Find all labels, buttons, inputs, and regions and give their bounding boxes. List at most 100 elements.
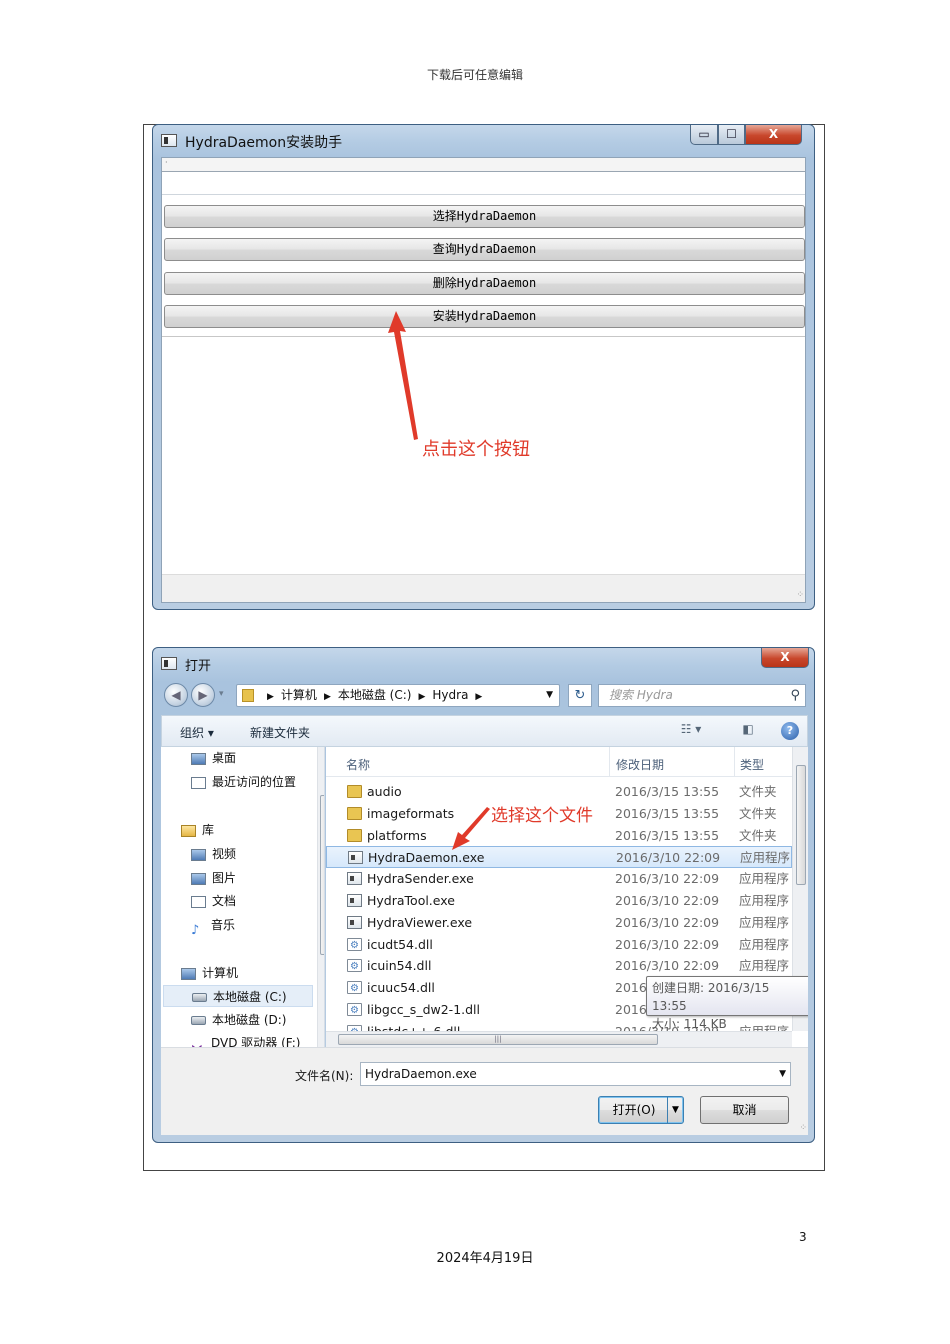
file-type: 文件夹 (739, 805, 777, 821)
nav-libraries[interactable]: 库 (181, 819, 214, 841)
open-button-label: 打开(O) (612, 1103, 656, 1117)
file-row[interactable]: audio 2016/3/15 13:55 文件夹 (326, 781, 792, 803)
breadcrumb-computer[interactable]: 计算机 (281, 688, 317, 702)
nav-label: 库 (202, 823, 215, 837)
nav-computer[interactable]: 计算机 (181, 962, 238, 984)
nav-label: 桌面 (212, 751, 237, 765)
column-type-header[interactable]: 类型 (740, 756, 764, 773)
dialog-close-button[interactable]: X (761, 648, 809, 668)
file-date: 2016/3/10 22:09 (615, 871, 720, 887)
filename-input[interactable]: HydraDaemon.exe ▼ (360, 1062, 791, 1086)
file-hscrollbar[interactable]: ||| (326, 1031, 792, 1047)
file-name: platforms (367, 827, 427, 843)
back-icon[interactable]: ◀ (164, 683, 188, 707)
computer-icon (181, 967, 196, 980)
annotation-arrow-1 (388, 311, 418, 440)
file-date: 2016/3/10 22:09 (616, 850, 721, 866)
dialog-icon (161, 657, 177, 670)
file-row[interactable]: HydraViewer.exe 2016/3/10 22:09 应用程序 (326, 912, 792, 934)
tooltip-created: 创建日期: 2016/3/15 13:55 (652, 981, 770, 1013)
nav-local-disk-c[interactable]: 本地磁盘 (C:) (163, 985, 313, 1007)
breadcrumb-local-disk-c[interactable]: 本地磁盘 (C:) (338, 688, 412, 702)
file-date: 2016/3/15 13:55 (615, 784, 720, 799)
address-bar[interactable]: ▶ 计算机 ▶ 本地磁盘 (C:) ▶ Hydra ▶ ▼ (236, 684, 560, 707)
nav-scroll-thumb[interactable] (320, 795, 324, 955)
nav-videos[interactable]: 视频 (191, 843, 236, 865)
annotation-click-button: 点击这个按钮 (422, 439, 530, 460)
file-name: audio (367, 784, 402, 799)
minimize-button[interactable]: ▭ (690, 125, 718, 145)
file-name: HydraTool.exe (367, 893, 455, 908)
file-name: icuuc54.dll (367, 980, 435, 996)
nav-pictures[interactable]: 图片 (191, 867, 236, 889)
library-icon (181, 824, 196, 837)
file-type: 应用程序 (739, 914, 790, 930)
file-date: 2016/3/10 22:09 (615, 914, 720, 930)
column-date-header[interactable]: 修改日期 (616, 756, 664, 773)
open-split-dropdown-icon[interactable]: ▼ (667, 1097, 683, 1123)
close-button[interactable]: X (745, 125, 802, 145)
exe-icon (347, 872, 362, 886)
history-dropdown-icon[interactable]: ▾ (219, 689, 224, 699)
file-name: icuin54.dll (367, 958, 432, 974)
footer-date: 2024年4月19日 (436, 1251, 534, 1266)
organize-menu[interactable]: 组织 ▾ (180, 724, 214, 741)
address-dropdown-icon[interactable]: ▼ (546, 685, 553, 706)
breadcrumb-hydra[interactable]: Hydra (432, 688, 468, 702)
navigation-bar: ◀ ▶ ▾ ▶ 计算机 ▶ 本地磁盘 (C:) ▶ Hydra ▶ ▼ ↻ 搜索 Hydra… (161, 680, 808, 710)
dll-icon (347, 978, 362, 1000)
installer-titlebar[interactable]: HydraDaemon安装助手 ▭ ☐ X (153, 125, 814, 155)
install-hydradaemon-button[interactable]: 安装HydraDaemon (164, 305, 805, 328)
column-name-header[interactable]: 名称 (346, 756, 370, 773)
file-row-selected[interactable]: HydraDaemon.exe 2016/3/10 22:09 应用程序 (326, 846, 792, 869)
resize-grip-icon[interactable]: ⁘ (796, 590, 803, 600)
exe-icon (347, 894, 362, 907)
cancel-button[interactable]: 取消 (700, 1096, 789, 1124)
maximize-button[interactable]: ☐ (718, 125, 745, 145)
file-name: imageformats (367, 805, 455, 821)
file-type: 应用程序 (739, 958, 790, 974)
folder-icon (347, 806, 362, 820)
file-row[interactable]: platforms 2016/3/15 13:55 文件夹 (326, 825, 792, 847)
open-button[interactable]: 打开(O) ▼ (598, 1096, 684, 1124)
tooltip-size: 大小: 114 KB (652, 1017, 727, 1031)
nav-dvd-drive[interactable]: ⋈ DVD 驱动器 (F:) (191, 1032, 301, 1047)
file-row[interactable]: HydraTool.exe 2016/3/10 22:09 应用程序 (326, 890, 792, 912)
file-name: HydraSender.exe (367, 871, 474, 887)
nav-local-disk-d[interactable]: 本地磁盘 (D:) (191, 1009, 286, 1031)
new-folder-button[interactable]: 新建文件夹 (250, 724, 310, 741)
folder-icon (347, 828, 362, 842)
select-hydradaemon-button[interactable]: 选择HydraDaemon (164, 205, 805, 228)
file-scroll-thumb[interactable] (796, 765, 806, 885)
help-icon[interactable]: ? (781, 722, 799, 740)
filename-dropdown-icon[interactable]: ▼ (779, 1063, 786, 1085)
search-input[interactable]: 搜索 Hydra ⚲ (598, 684, 806, 707)
delete-hydradaemon-button[interactable]: 删除HydraDaemon (164, 272, 805, 295)
file-hscroll-thumb[interactable]: ||| (338, 1034, 658, 1045)
dialog-titlebar[interactable]: 打开 X (153, 648, 814, 678)
preview-pane-icon[interactable]: ◧ (737, 722, 759, 740)
dll-icon (347, 1000, 362, 1022)
search-icon[interactable]: ⚲ (790, 685, 800, 706)
file-date: 2016/3/10 22:09 (615, 936, 720, 952)
nav-label: 计算机 (202, 966, 239, 980)
refresh-icon[interactable]: ↻ (568, 684, 592, 707)
nav-desktop[interactable]: 桌面 (191, 747, 236, 769)
view-options-icon[interactable]: ☷ ▾ (680, 722, 702, 740)
query-hydradaemon-button[interactable]: 查询HydraDaemon (164, 238, 805, 261)
nav-recent-places[interactable]: 最近访问的位置 (191, 771, 296, 793)
nav-music[interactable]: ♪ 音乐 (191, 914, 235, 938)
file-row[interactable]: icudt54.dll 2016/3/10 22:09 应用程序 (326, 934, 792, 957)
file-row[interactable]: HydraSender.exe 2016/3/10 22:09 应用程序 (326, 868, 792, 890)
nav-documents[interactable]: 文档 (191, 890, 236, 912)
installer-title: HydraDaemon安装助手 (185, 135, 343, 151)
dialog-resize-grip-icon[interactable]: ⁘ (799, 1123, 806, 1133)
file-row[interactable]: icuin54.dll 2016/3/10 22:09 应用程序 (326, 955, 792, 978)
recent-icon (191, 776, 206, 789)
path-field[interactable] (162, 173, 805, 195)
forward-icon[interactable]: ▶ (191, 683, 215, 707)
navigation-pane: 桌面 最近访问的位置 库 视频 图片 文档 ♪ 音乐 计算机 本地磁盘 (C:) … (161, 747, 325, 1047)
file-list-pane: 名称 修改日期 类型 audio 2016/3/15 13:55 文件夹 imagef… (326, 747, 808, 1047)
nav-scrollbar[interactable] (317, 747, 324, 1047)
file-tooltip: 创建日期: 2016/3/15 13:55 大小: 114 KB (646, 976, 808, 1031)
